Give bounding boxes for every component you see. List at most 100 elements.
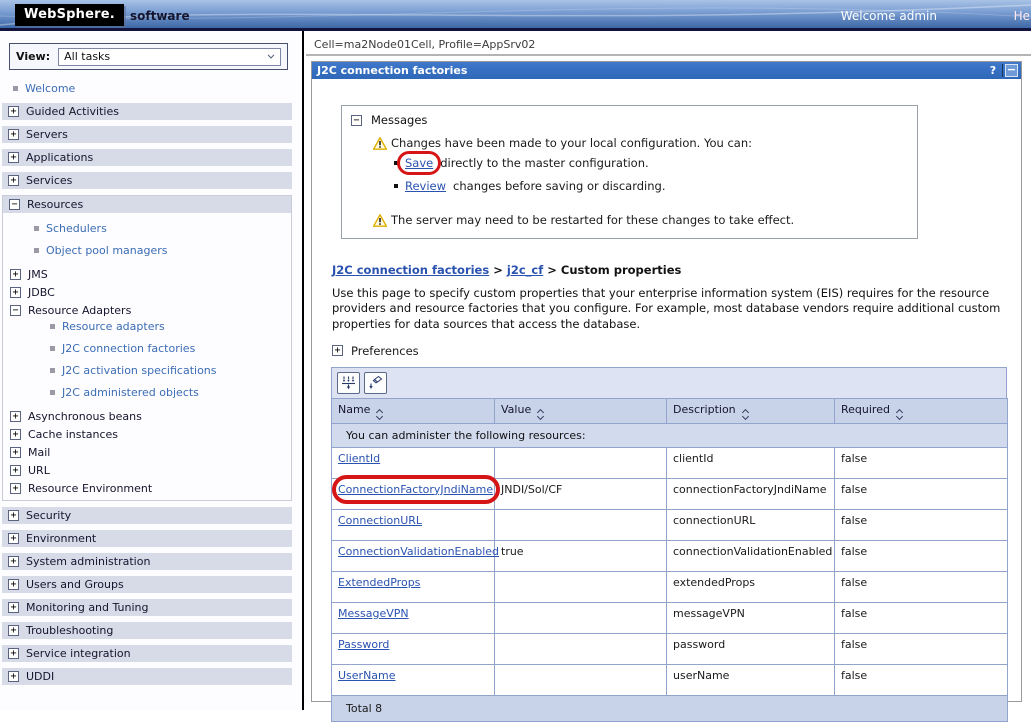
breadcrumb-separator: > — [493, 263, 503, 277]
sidebar-link[interactable]: J2C connection factories — [62, 342, 195, 355]
pane-divider[interactable] — [302, 31, 304, 710]
help-link[interactable]: He — [1014, 9, 1030, 23]
sidebar-section-header[interactable]: +Servers — [2, 126, 292, 143]
column-header-required[interactable]: Required — [835, 398, 1008, 423]
sidebar-link[interactable]: J2C administered objects — [62, 386, 199, 399]
expand-icon[interactable]: + — [8, 625, 19, 636]
property-name-link[interactable]: ConnectionURL — [338, 514, 422, 527]
sidebar-section-header[interactable]: −Resource Adapters — [3, 301, 291, 319]
sidebar-link[interactable]: Object pool managers — [46, 244, 168, 257]
column-header-description[interactable]: Description — [667, 398, 835, 423]
table-header-row: Name Value Description Required — [332, 398, 1008, 423]
expand-icon[interactable]: + — [10, 483, 21, 494]
sidebar-section-header[interactable]: +UDDI — [2, 668, 292, 685]
name-cell: UserName — [332, 664, 495, 695]
save-link[interactable]: Save — [405, 156, 433, 170]
sidebar-section-header[interactable]: + Monitoring and Tuning — [2, 599, 292, 616]
sidebar-leaf-row: Welcome — [13, 81, 302, 96]
sidebar-section-header[interactable]: +Applications — [2, 149, 292, 166]
sidebar-leaf-row: J2C activation specifications — [50, 363, 291, 378]
name-link-wrap: ConnectionValidationEnabled — [338, 545, 499, 558]
sidebar-section-header[interactable]: −Resources — [3, 196, 291, 213]
sidebar-section-header[interactable]: +Guided Activities — [2, 103, 292, 120]
table-subheader-text: You can administer the following resourc… — [332, 423, 1008, 447]
expand-icon[interactable]: + — [8, 579, 19, 590]
expand-icon[interactable]: + — [8, 129, 19, 140]
name-cell: ConnectionValidationEnabled — [332, 540, 495, 571]
sidebar-section-label: Monitoring and Tuning — [26, 601, 149, 614]
sidebar-section-header[interactable]: +JDBC — [3, 283, 291, 301]
expand-icon[interactable]: + — [10, 287, 21, 298]
view-select[interactable]: All tasks — [58, 48, 281, 66]
sort-icon[interactable] — [377, 410, 382, 419]
sidebar-section-header[interactable]: +Environment — [2, 530, 292, 547]
property-name-link[interactable]: ConnectionFactoryJndiName — [338, 483, 493, 496]
expand-icon[interactable]: + — [8, 671, 19, 682]
sidebar-link[interactable]: Welcome — [25, 82, 75, 95]
sidebar-section-header[interactable]: +Resource Environment — [3, 479, 291, 497]
property-name-link[interactable]: ConnectionValidationEnabled — [338, 545, 499, 558]
property-name-link[interactable]: ExtendedProps — [338, 576, 420, 589]
name-link-wrap: MessageVPN — [338, 607, 409, 620]
bullet-icon — [34, 248, 39, 253]
property-name-link[interactable]: UserName — [338, 669, 396, 682]
collapse-icon[interactable]: − — [10, 305, 21, 316]
sidebar-expanded-section: −Resource AdaptersResource adapters J2C c… — [3, 301, 291, 400]
sidebar-section-header[interactable]: +Troubleshooting — [2, 622, 292, 639]
collapse-icon[interactable]: − — [9, 199, 20, 210]
expand-icon[interactable]: + — [10, 465, 21, 476]
sidebar-section-header[interactable]: +System administration — [2, 553, 292, 570]
expand-icon[interactable]: + — [8, 175, 19, 186]
properties-table: Name Value Description Required Y — [331, 367, 1007, 722]
expand-icon[interactable]: + — [10, 429, 21, 440]
sidebar-section-header[interactable]: +JMS — [3, 265, 291, 283]
expand-icon[interactable]: + — [8, 533, 19, 544]
description-cell: extendedProps — [667, 571, 835, 602]
sidebar-link[interactable]: J2C activation specifications — [62, 364, 217, 377]
expand-icon[interactable]: + — [8, 602, 19, 613]
name-link-wrap: UserName — [338, 669, 396, 682]
sidebar-section-header[interactable]: +Cache instances — [3, 425, 291, 443]
name-link-wrap: ClientId — [338, 452, 380, 465]
expand-icon[interactable]: + — [8, 556, 19, 567]
column-header-name[interactable]: Name — [332, 398, 495, 423]
review-link[interactable]: Review — [405, 179, 446, 193]
sidebar-link[interactable]: Schedulers — [46, 222, 107, 235]
property-name-link[interactable]: ClientId — [338, 452, 380, 465]
column-header-value[interactable]: Value — [495, 398, 667, 423]
sidebar-section-label: Services — [26, 174, 72, 187]
expand-icon[interactable]: + — [10, 411, 21, 422]
expand-preferences-icon[interactable]: + — [332, 345, 343, 356]
sort-icon[interactable] — [743, 410, 748, 419]
property-name-link[interactable]: Password — [338, 638, 389, 651]
sidebar-section-header[interactable]: +Mail — [3, 443, 291, 461]
sidebar-section-header[interactable]: +URL — [3, 461, 291, 479]
sidebar-link[interactable]: Resource adapters — [62, 320, 165, 333]
breadcrumb-link-j2c-cf[interactable]: j2c_cf — [507, 263, 543, 277]
sort-icon[interactable] — [897, 410, 902, 419]
expand-icon[interactable]: + — [10, 269, 21, 280]
expand-icon[interactable]: + — [8, 648, 19, 659]
sidebar-section-header[interactable]: +Service integration — [2, 645, 292, 662]
expand-icon[interactable]: + — [10, 447, 21, 458]
sort-icon[interactable] — [538, 410, 543, 419]
expand-icon[interactable]: + — [8, 510, 19, 521]
websphere-logo: WebSphere. — [15, 4, 124, 26]
sidebar-section-label: Security — [26, 509, 71, 522]
panel-help-icon[interactable]: ? — [986, 64, 1000, 77]
sidebar-section-header[interactable]: + Security — [2, 507, 292, 524]
clear-filter-values-button[interactable] — [364, 372, 387, 394]
view-select-value: All tasks — [64, 50, 110, 63]
collapse-messages-icon[interactable]: − — [351, 115, 362, 126]
panel-minimize-icon[interactable]: − — [1005, 64, 1018, 77]
sidebar-expanded-section: −Resources Schedulers Object pool managers… — [2, 195, 292, 501]
expand-icon[interactable]: + — [8, 106, 19, 117]
show-filter-row-button[interactable] — [337, 372, 360, 394]
sidebar-section-header[interactable]: +Asynchronous beans — [3, 407, 291, 425]
breadcrumb-link-j2c-connection-factories[interactable]: J2C connection factories — [332, 263, 489, 277]
expand-icon[interactable]: + — [8, 152, 19, 163]
sidebar-section-header[interactable]: +Users and Groups — [2, 576, 292, 593]
review-bullet-text: changes before saving or discarding. — [453, 179, 665, 193]
property-name-link[interactable]: MessageVPN — [338, 607, 409, 620]
sidebar-section-header[interactable]: + Services — [2, 172, 292, 189]
